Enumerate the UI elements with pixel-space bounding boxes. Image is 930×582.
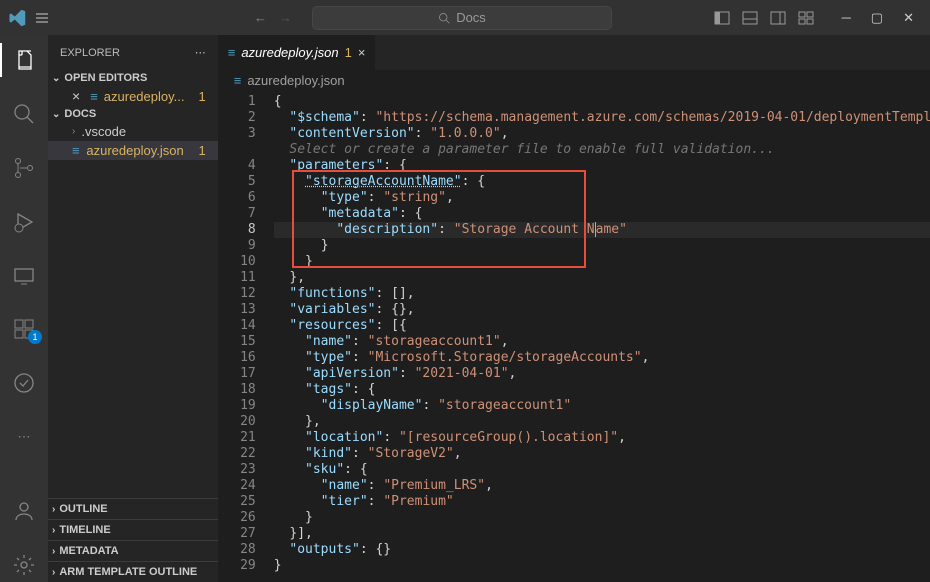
arm-outline-header[interactable]: ›ARM TEMPLATE OUTLINE	[48, 561, 218, 582]
json-file-icon: ≡	[72, 143, 80, 158]
source-control-icon	[12, 156, 36, 180]
extensions-badge: 1	[28, 330, 42, 344]
activity-explorer[interactable]	[0, 43, 48, 77]
layout-customize-icon[interactable]	[798, 10, 814, 26]
file-azuredeploy[interactable]: ≡ azuredeploy.json 1	[48, 141, 218, 160]
account-icon	[12, 499, 36, 523]
layout-panel-icon[interactable]	[742, 10, 758, 26]
window-minimize-icon[interactable]: ─	[842, 10, 851, 26]
chevron-right-icon: ›	[52, 546, 55, 557]
nav-forward-icon[interactable]: →	[279, 10, 292, 25]
command-center-search[interactable]: Docs	[312, 6, 612, 30]
hamburger-icon[interactable]	[34, 10, 66, 26]
activity-account[interactable]	[0, 494, 48, 528]
chevron-down-icon: ⌄	[52, 109, 60, 120]
json-file-icon: ≡	[234, 73, 242, 88]
sidebar-title: EXPLORER	[60, 47, 120, 59]
folder-vscode[interactable]: › .vscode	[48, 122, 218, 141]
outline-header[interactable]: ›OUTLINE	[48, 498, 218, 519]
window-maximize-icon[interactable]: ▢	[871, 10, 883, 26]
nav-back-icon[interactable]: ←	[254, 10, 267, 25]
activity-testing[interactable]	[0, 366, 48, 400]
activity-settings[interactable]	[0, 548, 48, 582]
json-file-icon: ≡	[90, 89, 98, 104]
code-editor[interactable]: 1234567891011121314151617181920212223242…	[218, 92, 930, 582]
timeline-header[interactable]: ›TIMELINE	[48, 519, 218, 540]
search-icon	[12, 102, 36, 126]
chevron-right-icon: ›	[52, 567, 55, 578]
open-editor-item[interactable]: × ≡ azuredeploy... 1	[48, 86, 218, 106]
window-close-icon[interactable]: ✕	[903, 10, 914, 26]
layout-sidebar-right-icon[interactable]	[770, 10, 786, 26]
parameter-hint[interactable]: Select or create a parameter file to ena…	[289, 142, 774, 157]
chevron-down-icon: ⌄	[52, 73, 60, 84]
activity-remote[interactable]	[0, 259, 48, 293]
breadcrumb[interactable]: ≡ azuredeploy.json	[218, 70, 930, 92]
chevron-right-icon: ›	[52, 504, 55, 515]
files-icon	[13, 48, 37, 72]
editor-area: ≡ azuredeploy.json 1 × ⋯ ≡ azuredeploy.j…	[218, 35, 930, 582]
line-numbers: 1234567891011121314151617181920212223242…	[218, 92, 274, 582]
search-placeholder: Docs	[456, 10, 486, 25]
beaker-icon	[12, 371, 36, 395]
chevron-right-icon: ›	[72, 126, 75, 137]
folder-header[interactable]: ⌄ DOCS	[48, 106, 218, 122]
layout-sidebar-left-icon[interactable]	[714, 10, 730, 26]
close-icon[interactable]: ×	[72, 88, 80, 104]
breadcrumb-file: azuredeploy.json	[247, 73, 344, 88]
tab-close-icon[interactable]: ×	[358, 45, 366, 60]
activity-bar: 1 ⋯	[0, 35, 48, 582]
ellipsis-icon: ⋯	[18, 429, 31, 445]
metadata-header[interactable]: ›METADATA	[48, 540, 218, 561]
tab-filename: azuredeploy.json	[241, 45, 338, 60]
json-file-icon: ≡	[228, 45, 236, 60]
activity-search[interactable]	[0, 97, 48, 131]
gear-icon	[12, 553, 36, 577]
run-debug-icon	[12, 210, 36, 234]
tab-bar: ≡ azuredeploy.json 1 × ⋯	[218, 35, 930, 70]
open-editors-header[interactable]: ⌄ OPEN EDITORS	[48, 70, 218, 86]
activity-extensions[interactable]: 1	[0, 313, 48, 347]
sidebar-more-icon[interactable]: ⋯	[195, 46, 206, 59]
code-content[interactable]: { "$schema": "https://schema.management.…	[274, 92, 930, 582]
activity-debug[interactable]	[0, 205, 48, 239]
activity-more[interactable]: ⋯	[0, 420, 48, 454]
search-icon	[438, 12, 450, 24]
tab-badge: 1	[345, 45, 352, 60]
vscode-logo-icon	[8, 9, 26, 27]
tab-azuredeploy[interactable]: ≡ azuredeploy.json 1 ×	[218, 35, 377, 70]
title-bar: ← → Docs ─ ▢ ✕	[0, 0, 930, 35]
chevron-right-icon: ›	[52, 525, 55, 536]
explorer-sidebar: EXPLORER ⋯ ⌄ OPEN EDITORS × ≡ azuredeplo…	[48, 35, 218, 582]
activity-scm[interactable]	[0, 151, 48, 185]
remote-icon	[12, 264, 36, 288]
